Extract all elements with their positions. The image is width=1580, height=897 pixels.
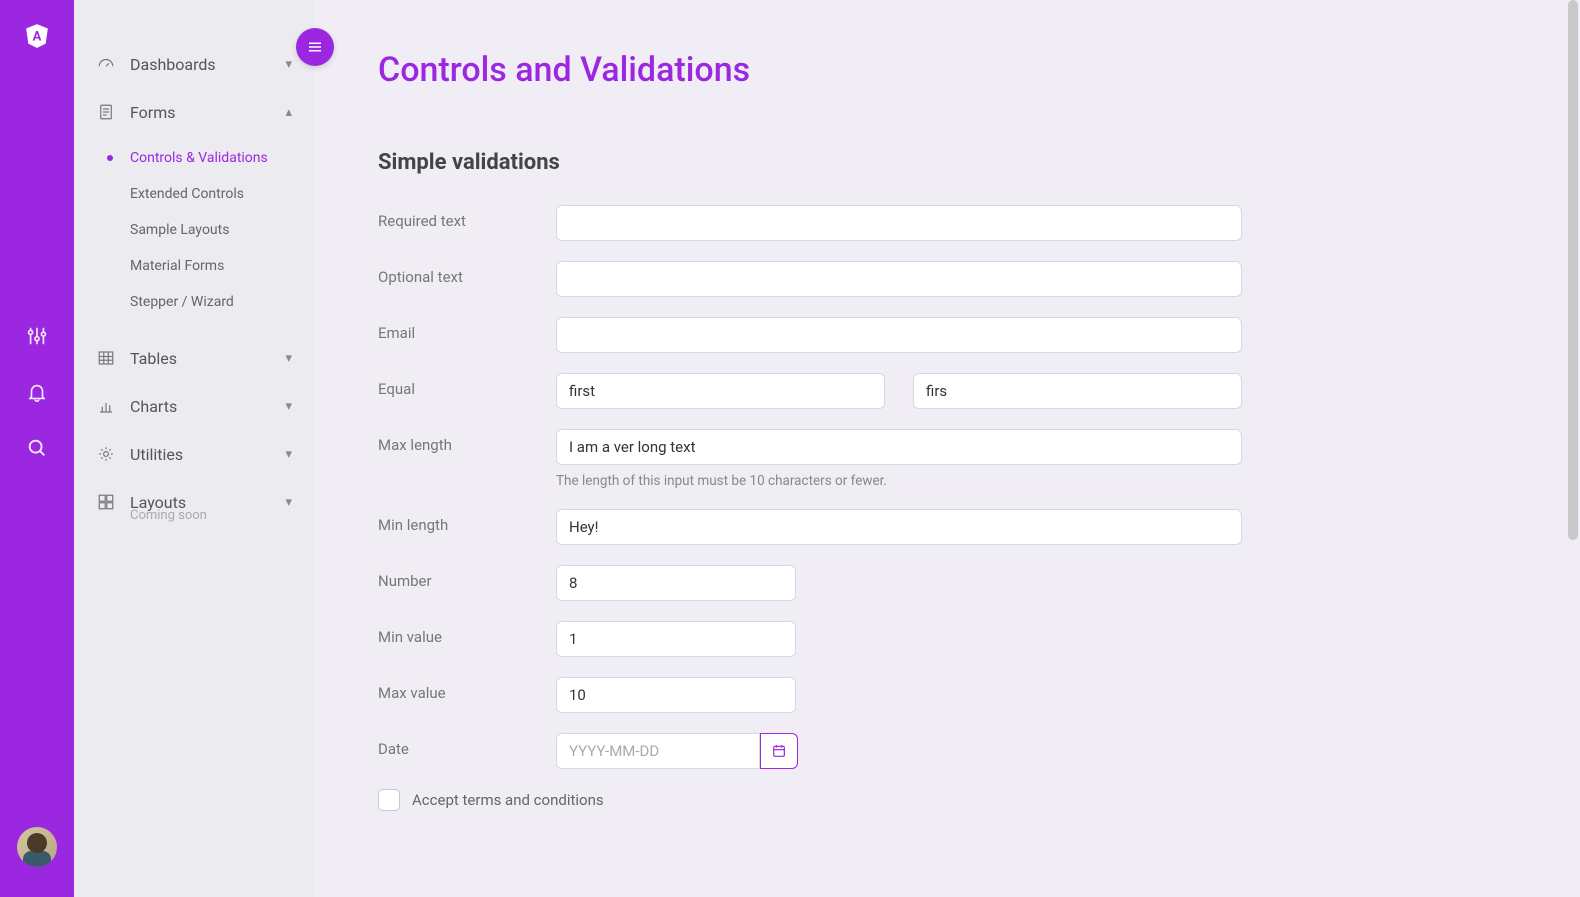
label-max-value: Max value [378,677,556,702]
chevron-up-icon: ▴ [285,105,292,120]
input-email[interactable] [556,317,1242,353]
input-max-length[interactable] [556,429,1242,465]
nav-item-utilities[interactable]: Utilities ▾ [74,430,314,478]
sidenav-toggle-button[interactable] [296,28,334,66]
label-date: Date [378,733,556,758]
side-nav: Dashboards ▾ Forms ▴ Controls & Validati… [74,0,314,897]
page-scrollbar[interactable] [1566,0,1578,897]
label-max-length: Max length [378,429,556,454]
date-picker-button[interactable] [760,733,798,769]
input-max-value[interactable] [556,677,796,713]
nav-label: Utilities [130,445,183,464]
nav-sub-material-forms[interactable]: Material Forms [130,248,314,284]
input-min-length[interactable] [556,509,1242,545]
input-date[interactable] [556,733,760,769]
input-equal-a[interactable] [556,373,885,409]
settings-sliders-icon[interactable] [25,324,49,348]
label-number: Number [378,565,556,590]
checkbox-terms[interactable] [378,789,400,811]
chart-bars-icon [96,396,116,416]
table-grid-icon [96,348,116,368]
label-equal: Equal [378,373,556,398]
nav-sub-stepper-wizard[interactable]: Stepper / Wizard [130,284,314,320]
label-min-length: Min length [378,509,556,534]
nav-label: Dashboards [130,55,216,74]
label-email: Email [378,317,556,342]
nav-label: Forms [130,103,176,122]
app-logo-icon: A [24,22,50,48]
chevron-down-icon: ▾ [285,495,292,510]
page-title: Controls and Validations [378,50,1516,90]
calendar-icon [771,743,787,759]
input-optional-text[interactable] [556,261,1242,297]
chevron-down-icon: ▾ [285,351,292,366]
nav-label: Charts [130,397,177,416]
chevron-down-icon: ▾ [285,447,292,462]
label-min-value: Min value [378,621,556,646]
label-required-text: Required text [378,205,556,230]
input-number[interactable] [556,565,796,601]
notifications-bell-icon[interactable] [25,380,49,404]
label-optional-text: Optional text [378,261,556,286]
form-document-icon [96,102,116,122]
nav-sub-forms: Controls & Validations Extended Controls… [74,136,314,334]
dashboard-gauge-icon [96,54,116,74]
section-title: Simple validations [378,150,1516,175]
main-content: Controls and Validations Simple validati… [314,0,1580,897]
chevron-down-icon: ▾ [285,399,292,414]
nav-sub-controls-validations[interactable]: Controls & Validations [130,140,314,176]
input-min-value[interactable] [556,621,796,657]
svg-text:A: A [33,29,42,44]
gear-icon [96,444,116,464]
search-icon[interactable] [25,436,49,460]
nav-item-tables[interactable]: Tables ▾ [74,334,314,382]
scrollbar-thumb[interactable] [1568,0,1578,540]
nav-sub-extended-controls[interactable]: Extended Controls [130,176,314,212]
label-terms: Accept terms and conditions [412,791,604,809]
app-rail: A [0,0,74,897]
nav-item-charts[interactable]: Charts ▾ [74,382,314,430]
input-required-text[interactable] [556,205,1242,241]
chevron-down-icon: ▾ [285,57,292,72]
help-max-length: The length of this input must be 10 char… [556,473,1242,489]
input-equal-b[interactable] [913,373,1242,409]
nav-label: Tables [130,349,177,368]
layout-grid-icon [96,492,116,512]
nav-item-forms[interactable]: Forms ▴ [74,88,314,136]
nav-sub-sample-layouts[interactable]: Sample Layouts [130,212,314,248]
nav-item-dashboards[interactable]: Dashboards ▾ [74,40,314,88]
user-avatar[interactable] [17,827,57,867]
